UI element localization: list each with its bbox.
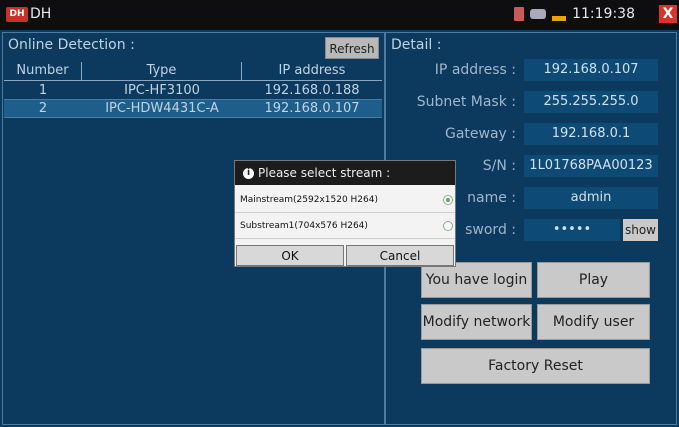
close-button[interactable]: X (659, 5, 677, 23)
row-type: IPC-HF3100 (124, 83, 200, 98)
dialog-header: i Please select stream : (235, 161, 455, 185)
column-header-ip: IP address (278, 63, 346, 78)
table-row[interactable]: 1 IPC-HF3100 192.168.0.188 (4, 82, 382, 100)
row-number: 1 (38, 83, 48, 98)
row-ip: 192.168.0.188 (264, 83, 360, 98)
radio-selected-icon[interactable] (443, 195, 453, 205)
stream-option-substream[interactable]: Substream1(704x576 H264) (235, 213, 455, 239)
subnet-mask-field[interactable]: 255.255.255.0 (524, 91, 658, 113)
title-bar: DH DH 11:19:38 X (0, 0, 679, 30)
gateway-field[interactable]: 192.168.0.1 (524, 123, 658, 145)
modify-network-button[interactable]: Modify network (421, 304, 532, 340)
username-field[interactable]: admin (524, 187, 658, 209)
ip-field[interactable]: 192.168.0.107 (524, 59, 658, 81)
stream-option-mainstream[interactable]: Mainstream(2592x1520 H264) (235, 187, 455, 213)
table-row-selected[interactable]: 2 IPC-HDW4431C-A 192.168.0.107 (4, 100, 382, 118)
stream-select-dialog: i Please select stream : Mainstream(2592x… (234, 160, 456, 267)
battery-icon (552, 15, 567, 21)
table-header: Number Type IP address (4, 62, 382, 81)
clock: 11:19:38 (572, 6, 635, 22)
app-logo-icon: DH (6, 7, 28, 22)
sd-card-icon (514, 7, 525, 21)
factory-reset-button[interactable]: Factory Reset (421, 348, 650, 384)
option-label: Mainstream(2592x1520 H264) (240, 195, 378, 205)
dialog-title: Please select stream : (258, 166, 391, 180)
power-plug-icon (530, 9, 547, 19)
radio-unselected-icon[interactable] (443, 221, 453, 231)
login-button[interactable]: You have login (421, 262, 532, 298)
row-number: 2 (38, 101, 48, 116)
password-field[interactable]: ••••• (524, 219, 620, 241)
serial-number-field[interactable]: 1L01768PAA00123 (524, 155, 658, 177)
row-ip: 192.168.0.107 (264, 101, 360, 116)
detail-title: Detail : (391, 37, 442, 53)
ip-label: IP address : (434, 62, 516, 78)
cancel-button[interactable]: Cancel (346, 245, 454, 266)
row-type: IPC-HDW4431C-A (105, 101, 219, 116)
app-title: DH (30, 6, 52, 22)
ok-button[interactable]: OK (236, 245, 344, 266)
gateway-label: Gateway : (444, 126, 516, 142)
info-icon: i (243, 168, 254, 179)
option-label: Substream1(704x576 H264) (240, 221, 368, 231)
play-button[interactable]: Play (537, 262, 650, 298)
online-detection-title: Online Detection : (8, 37, 135, 53)
status-icons: 11:19:38 (514, 6, 635, 22)
column-header-type: Type (82, 62, 242, 80)
subnet-mask-label: Subnet Mask : (416, 94, 516, 110)
show-password-button[interactable]: show (623, 219, 658, 241)
modify-user-button[interactable]: Modify user (537, 304, 650, 340)
refresh-button[interactable]: Refresh (325, 37, 379, 59)
column-header-number: Number (4, 62, 82, 80)
